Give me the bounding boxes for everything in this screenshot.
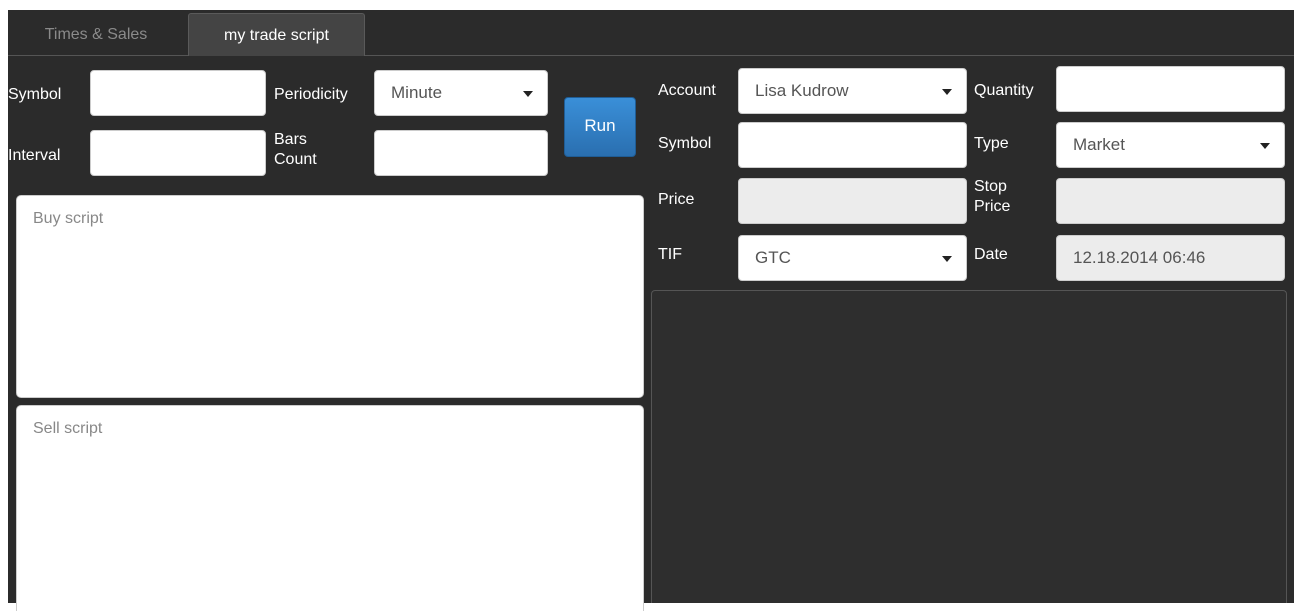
tif-select[interactable]: GTC: [738, 235, 967, 281]
tab-bar: Times & Sales my trade script: [8, 10, 1294, 56]
quantity-input[interactable]: [1056, 66, 1285, 112]
buy-script-textarea[interactable]: Buy script: [16, 195, 644, 398]
order-type-select[interactable]: Market: [1056, 122, 1285, 168]
price-input: [738, 178, 967, 224]
account-select[interactable]: Lisa Kudrow: [738, 68, 967, 114]
script-symbol-input[interactable]: [90, 70, 266, 116]
periodicity-select[interactable]: Minute: [374, 70, 548, 116]
bars-count-label: Bars Count: [274, 131, 317, 168]
run-button[interactable]: Run: [564, 97, 636, 157]
account-value: Lisa Kudrow: [755, 81, 849, 100]
date-input: 12.18.2014 06:46: [1056, 235, 1285, 281]
chevron-down-icon: [942, 89, 952, 95]
periodicity-value: Minute: [391, 83, 443, 102]
order-symbol-input[interactable]: [738, 122, 967, 168]
tif-value: GTC: [755, 248, 791, 267]
sell-script-textarea[interactable]: Sell script: [16, 405, 644, 611]
trade-script-window: Times & Sales my trade script Symbol Per…: [8, 10, 1294, 611]
tab-times-and-sales[interactable]: Times & Sales: [8, 13, 184, 56]
account-label: Account: [658, 82, 716, 99]
stop-price-label: Stop Price: [974, 178, 1011, 215]
chevron-down-icon: [523, 91, 533, 97]
periodicity-label: Periodicity: [274, 86, 348, 103]
date-label: Date: [974, 246, 1008, 263]
tif-label: TIF: [658, 246, 682, 263]
tab-my-trade-script[interactable]: my trade script: [188, 13, 365, 56]
interval-input[interactable]: [90, 130, 266, 176]
chevron-down-icon: [942, 256, 952, 262]
price-label: Price: [658, 191, 695, 208]
order-type-value: Market: [1073, 135, 1125, 154]
symbol-label: Symbol: [8, 86, 62, 103]
output-panel: [651, 290, 1287, 603]
chevron-down-icon: [1260, 143, 1270, 149]
stop-price-input: [1056, 178, 1285, 224]
type-label: Type: [974, 135, 1009, 152]
quantity-label: Quantity: [974, 82, 1034, 99]
interval-label: Interval: [8, 147, 61, 164]
order-symbol-label: Symbol: [658, 135, 712, 152]
bars-count-input[interactable]: [374, 130, 548, 176]
